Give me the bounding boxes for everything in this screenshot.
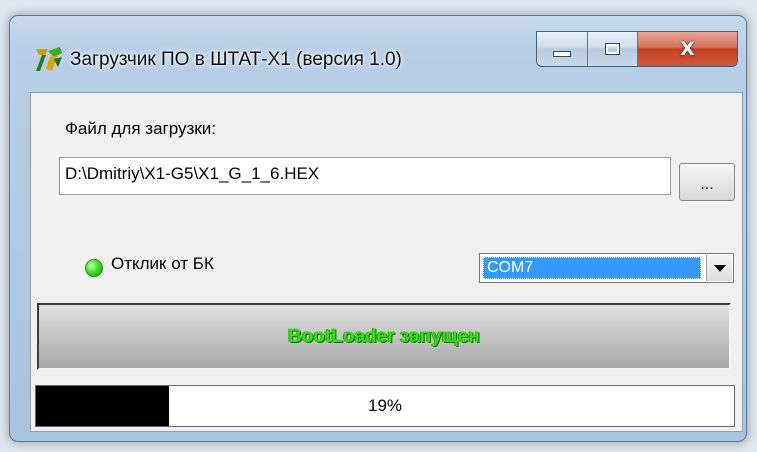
maximize-button[interactable] xyxy=(588,32,638,66)
app-icon[interactable] xyxy=(34,45,64,73)
file-label: Файл для загрузки: xyxy=(65,119,216,138)
window-title: Загрузчик ПО в ШТАТ-Х1 (версия 1.0) xyxy=(70,49,402,70)
progress-label: 19% xyxy=(367,396,403,415)
com-port-value[interactable]: COM7 xyxy=(483,257,701,279)
status-text: BootLoader запущен xyxy=(288,325,480,347)
minimize-button[interactable] xyxy=(537,32,589,66)
close-icon: X xyxy=(680,38,695,60)
app-window: Загрузчик ПО в ШТАТ-Х1 (версия 1.0) X Фа… xyxy=(9,15,747,442)
response-label: Отклик от БК xyxy=(111,254,214,273)
minimize-icon xyxy=(553,51,572,57)
close-button[interactable]: X xyxy=(638,32,737,66)
com-port-select[interactable]: COM7 xyxy=(479,253,734,283)
file-path-input[interactable]: D:\Dmitriy\X1-G5\X1_G_1_6.HEX xyxy=(59,157,671,195)
window-controls: X xyxy=(536,31,738,67)
progress-bar: 19% xyxy=(35,385,735,427)
client-area: Файл для загрузки: D:\Dmitriy\X1-G5\X1_G… xyxy=(30,92,743,432)
maximize-icon xyxy=(605,43,621,55)
response-indicator-icon xyxy=(85,259,103,277)
dropdown-arrow-icon[interactable] xyxy=(706,255,732,281)
title-bar[interactable]: Загрузчик ПО в ШТАТ-Х1 (версия 1.0) X xyxy=(10,16,746,78)
browse-button[interactable]: ... xyxy=(679,163,735,201)
status-panel: BootLoader запущен xyxy=(37,303,731,370)
